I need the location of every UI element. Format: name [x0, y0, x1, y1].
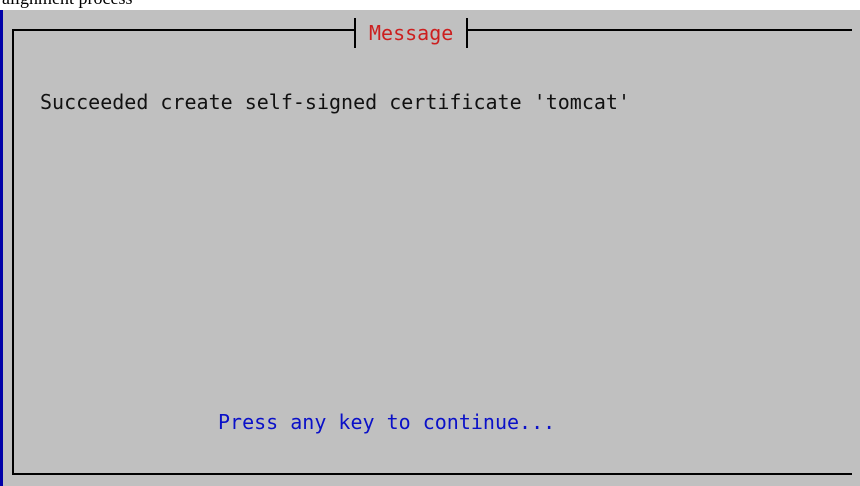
message-dialog: Message Succeeded create self-signed cer… [0, 10, 860, 486]
continue-prompt[interactable]: Press any key to continue... [218, 410, 555, 434]
top-strip-text: alignment process [2, 0, 132, 9]
dialog-title: Message [369, 21, 454, 45]
title-left-tick [348, 29, 354, 31]
message-text: Succeeded create self-signed certificate… [40, 90, 631, 114]
top-strip: alignment process [0, 0, 860, 10]
dialog-title-box: Message [348, 18, 475, 48]
title-right-tick [468, 29, 475, 31]
